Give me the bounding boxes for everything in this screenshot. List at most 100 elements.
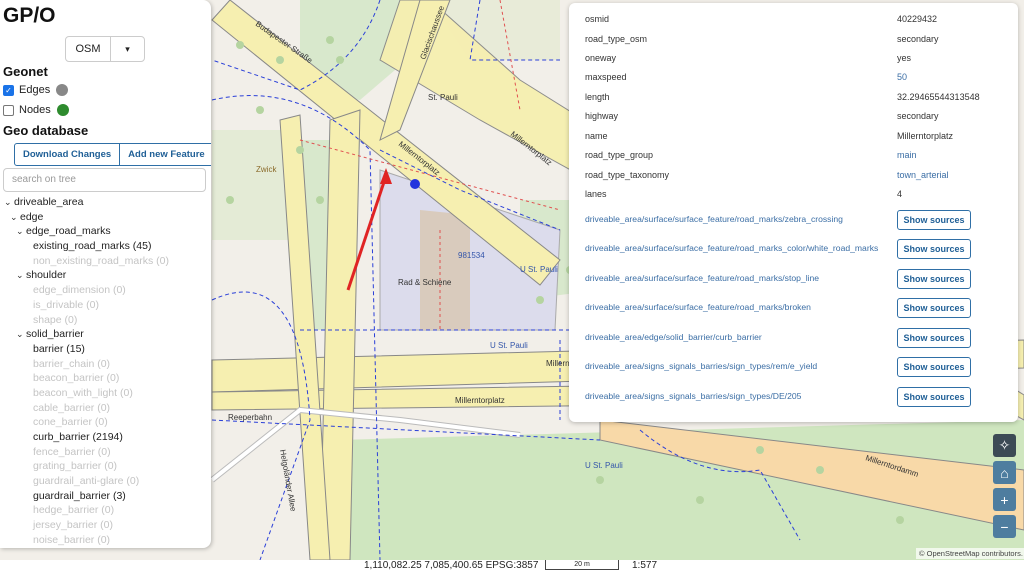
chevron-down-icon[interactable]: ⌄ bbox=[4, 195, 14, 210]
nodes-label: Nodes bbox=[19, 104, 51, 116]
property-row: highway secondary bbox=[585, 111, 1005, 123]
tree-item[interactable]: ⌄ edge_road_marks bbox=[0, 224, 211, 239]
geonet-title: Geonet bbox=[3, 64, 48, 79]
source-path-link[interactable]: driveable_area/surface/surface_feature/r… bbox=[585, 302, 811, 312]
show-sources-button[interactable]: Show sources bbox=[897, 357, 971, 377]
tree-item-label: barrier_chain (0) bbox=[33, 357, 111, 370]
tree-item-label: edge_road_marks bbox=[26, 225, 111, 238]
nodes-checkbox[interactable] bbox=[3, 104, 14, 116]
show-sources-button[interactable]: Show sources bbox=[897, 210, 971, 230]
tree-item-label: fence_barrier (0) bbox=[33, 445, 111, 458]
add-feature-button[interactable]: Add new Feature bbox=[119, 144, 211, 165]
tree-item[interactable]: fence_barrier (0) bbox=[0, 445, 211, 460]
tree-item-label: beacon_with_light (0) bbox=[33, 386, 133, 399]
property-key: road_type_osm bbox=[585, 34, 648, 44]
map-label-rad-schiene: Rad & Schiene bbox=[398, 278, 452, 287]
map-label-millern: Millern bbox=[546, 359, 570, 368]
property-row: lanes 4 bbox=[585, 189, 1005, 201]
geodb-title: Geo database bbox=[3, 123, 89, 138]
tree-item[interactable]: barrier_chain (0) bbox=[0, 357, 211, 372]
tree-item[interactable]: ⌄ driveable_area bbox=[0, 195, 211, 210]
tree-item-label: solid_barrier bbox=[26, 328, 84, 341]
tree-item[interactable]: hedge_barrier (0) bbox=[0, 503, 211, 518]
chevron-down-icon[interactable]: ⌄ bbox=[16, 268, 26, 283]
basemap-select[interactable]: OSM ▾ bbox=[65, 36, 145, 62]
source-path-link[interactable]: driveable_area/surface/surface_feature/r… bbox=[585, 243, 878, 253]
tree-item[interactable]: cable_barrier (0) bbox=[0, 401, 211, 416]
zoom-out-button[interactable]: − bbox=[993, 515, 1016, 538]
scale-bar: 20 m bbox=[545, 560, 619, 570]
tree-item-label: is_drivable (0) bbox=[33, 298, 99, 311]
show-sources-button[interactable]: Show sources bbox=[897, 387, 971, 407]
property-row: road_type_group main bbox=[585, 150, 1005, 162]
edges-checkbox[interactable]: ✓ bbox=[3, 84, 14, 96]
tree-item[interactable]: curb_barrier (2194) bbox=[0, 430, 211, 445]
tree-item[interactable]: grating_barrier (0) bbox=[0, 459, 211, 474]
property-value[interactable]: town_arterial bbox=[897, 170, 949, 180]
property-key: road_type_taxonomy bbox=[585, 170, 670, 180]
tree-item[interactable]: barrier (15) bbox=[0, 342, 211, 357]
status-bar: 1,110,082.25 7,085,400.65 EPSG:3857 20 m… bbox=[0, 560, 1024, 573]
tree-item[interactable]: edge_dimension (0) bbox=[0, 283, 211, 298]
show-sources-button[interactable]: Show sources bbox=[897, 298, 971, 318]
chevron-down-icon[interactable]: ▾ bbox=[111, 37, 144, 61]
source-path-link[interactable]: driveable_area/signs_signals_barries/sig… bbox=[585, 361, 817, 371]
show-sources-button[interactable]: Show sources bbox=[897, 269, 971, 289]
tree-item-label: shape (0) bbox=[33, 313, 78, 326]
property-value: 32.29465544313548 bbox=[897, 92, 980, 102]
property-key: name bbox=[585, 131, 608, 141]
tree-item-label: cone_barrier (0) bbox=[33, 416, 108, 429]
property-key: length bbox=[585, 92, 610, 102]
chevron-down-icon[interactable]: ⌄ bbox=[16, 327, 26, 342]
property-value: secondary bbox=[897, 111, 939, 121]
download-changes-button[interactable]: Download Changes bbox=[15, 144, 119, 165]
tree-item[interactable]: existing_road_marks (45) bbox=[0, 239, 211, 254]
map-label-zwick: Zwick bbox=[256, 165, 277, 174]
property-value: Millerntorplatz bbox=[897, 131, 954, 141]
locate-icon[interactable]: ✧ bbox=[993, 434, 1016, 457]
left-sidebar: GP/O OSM ▾ Geonet ✓ Edges Nodes Geo data… bbox=[0, 0, 211, 548]
layer-nodes[interactable]: Nodes bbox=[3, 104, 69, 116]
property-value[interactable]: main bbox=[897, 150, 917, 160]
tree-item-label: non_existing_road_marks (0) bbox=[33, 254, 169, 267]
tree-item-label: hedge_barrier (0) bbox=[33, 504, 115, 517]
map-label-u-st-pauli-2: U St. Pauli bbox=[490, 341, 528, 350]
map-attribution[interactable]: © OpenStreetMap contributors. bbox=[916, 548, 1024, 559]
property-key: road_type_group bbox=[585, 150, 654, 160]
tree-item-label: edge bbox=[20, 210, 44, 223]
layer-edges[interactable]: ✓ Edges bbox=[3, 84, 69, 96]
source-path-link[interactable]: driveable_area/signs_signals_barries/sig… bbox=[585, 391, 801, 401]
property-value[interactable]: 50 bbox=[897, 72, 907, 82]
property-key: maxspeed bbox=[585, 72, 627, 82]
tree-item[interactable]: cone_barrier (0) bbox=[0, 415, 211, 430]
source-path-link[interactable]: driveable_area/surface/surface_feature/r… bbox=[585, 214, 843, 224]
cursor-coordinates: 1,110,082.25 7,085,400.65 EPSG:3857 bbox=[364, 560, 539, 571]
zoom-in-button[interactable]: + bbox=[993, 488, 1016, 511]
tree-item[interactable]: beacon_barrier (0) bbox=[0, 371, 211, 386]
tree-item[interactable]: guardrail_anti-glare (0) bbox=[0, 474, 211, 489]
tree-item[interactable]: is_drivable (0) bbox=[0, 298, 211, 313]
tree-search-input[interactable]: search on tree bbox=[3, 168, 206, 192]
tree-item[interactable]: ⌄ shoulder bbox=[0, 268, 211, 283]
source-path-link[interactable]: driveable_area/surface/surface_feature/r… bbox=[585, 273, 819, 283]
tree-item[interactable]: beacon_with_light (0) bbox=[0, 386, 211, 401]
tree-item[interactable]: noise_barrier (0) bbox=[0, 533, 211, 548]
chevron-down-icon[interactable]: ⌄ bbox=[10, 210, 20, 225]
tree-item[interactable]: jersey_barrier (0) bbox=[0, 518, 211, 533]
home-icon[interactable]: ⌂ bbox=[993, 461, 1016, 484]
map-label-u-st-pauli-3: U St. Pauli bbox=[585, 461, 623, 470]
tree-item[interactable]: non_existing_road_marks (0) bbox=[0, 254, 211, 269]
property-key: osmid bbox=[585, 14, 610, 24]
property-row: name Millerntorplatz bbox=[585, 131, 1005, 143]
scale-ratio: 1:577 bbox=[632, 560, 658, 571]
tree-item[interactable]: shape (0) bbox=[0, 313, 211, 328]
tree-item[interactable]: ⌄ solid_barrier bbox=[0, 327, 211, 342]
property-key: lanes bbox=[585, 189, 607, 199]
map-label-stop-number: 981534 bbox=[458, 251, 485, 260]
show-sources-button[interactable]: Show sources bbox=[897, 239, 971, 259]
tree-item[interactable]: guardrail_barrier (3) bbox=[0, 489, 211, 504]
source-path-link[interactable]: driveable_area/edge/solid_barrier/curb_b… bbox=[585, 332, 762, 342]
tree-item[interactable]: ⌄ edge bbox=[0, 210, 211, 225]
show-sources-button[interactable]: Show sources bbox=[897, 328, 971, 348]
chevron-down-icon[interactable]: ⌄ bbox=[16, 224, 26, 239]
